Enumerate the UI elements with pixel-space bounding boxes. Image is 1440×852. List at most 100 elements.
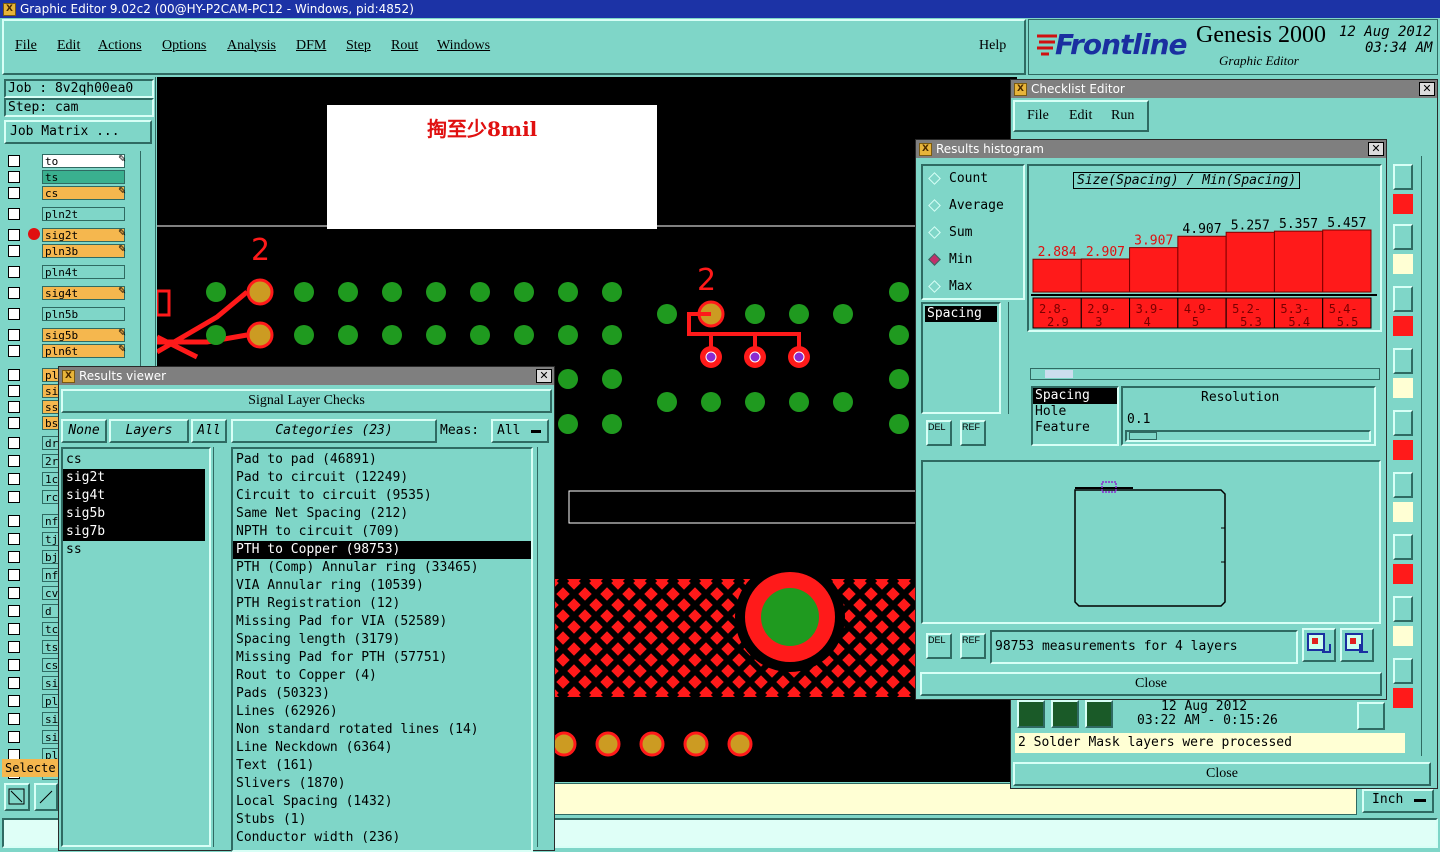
run-icon-3[interactable] (1085, 700, 1113, 728)
category-item[interactable]: PTH to Copper (98753) (233, 541, 531, 559)
category-item[interactable]: Circuit to circuit (9535) (233, 487, 531, 505)
sort-item-spacing[interactable]: Spacing (1033, 388, 1117, 404)
layer-row-pln2t[interactable]: pln2t (8, 206, 132, 221)
layer-checkbox[interactable] (8, 622, 20, 635)
results-layer-list[interactable]: cs sig2t sig4t sig5b sig7b ss (61, 447, 211, 847)
layer-checkbox[interactable] (8, 328, 20, 341)
export-icon-2[interactable] (1340, 628, 1374, 662)
mode-radio-count[interactable]: Count (928, 171, 988, 186)
zoom-area-button[interactable] (34, 783, 58, 811)
checklist-action-button[interactable] (1393, 658, 1413, 684)
histogram-bar[interactable] (1225, 231, 1275, 293)
histogram-bar[interactable] (1032, 258, 1082, 293)
checklist-menu-run[interactable]: Run (1111, 108, 1134, 124)
histogram-bar[interactable] (1129, 247, 1179, 293)
checklist-close-button[interactable]: Close (1013, 762, 1431, 786)
layer-checkbox[interactable] (8, 658, 20, 671)
layer-checkbox[interactable] (8, 586, 20, 599)
sort-list[interactable]: Spacing Hole Feature (1031, 386, 1119, 446)
histogram-bar[interactable] (1322, 229, 1372, 293)
sort-item-feature[interactable]: Feature (1033, 420, 1117, 436)
layer-row-hidden[interactable]: si (8, 711, 60, 726)
checklist-action-button[interactable] (1393, 534, 1413, 560)
layer-row-hidden[interactable]: si (8, 383, 60, 398)
layer-name[interactable]: pln5b (42, 306, 125, 321)
category-item[interactable]: Stubs (1) (233, 811, 531, 829)
category-item[interactable]: PTH (Comp) Annular ring (33465) (233, 559, 531, 577)
layer-checkbox[interactable] (8, 640, 20, 653)
run-icon-2[interactable] (1051, 700, 1079, 728)
chart-hscrollbar[interactable] (1030, 368, 1380, 380)
sort-item-hole[interactable]: Hole (1033, 404, 1117, 420)
category-list[interactable]: Pad to pad (46891) Pad to circuit (12249)… (231, 447, 533, 852)
histogram-bar[interactable] (1273, 230, 1324, 293)
layer-checkbox[interactable] (8, 244, 20, 257)
layer-row-cs[interactable]: cs ✎ (8, 185, 132, 200)
layer-checkbox[interactable] (8, 604, 20, 617)
all-button[interactable]: All (191, 419, 227, 443)
layers-button[interactable]: Layers (109, 419, 189, 443)
results-layer-scrollbar[interactable] (213, 447, 225, 847)
menu-windows[interactable]: Windows (437, 38, 490, 54)
layer-checkbox[interactable] (8, 730, 20, 743)
layer-checkbox[interactable] (8, 154, 20, 167)
category-item[interactable]: Pads (50323) (233, 685, 531, 703)
layer-name[interactable]: ts (42, 169, 125, 184)
layer-row-hidden[interactable]: cv (8, 585, 60, 600)
measure-scrollbar[interactable] (1008, 302, 1022, 414)
menu-help[interactable]: Help (979, 38, 1006, 54)
layer-row-hidden[interactable]: rc (8, 489, 60, 504)
layer-row-pln5b[interactable]: pln5b (8, 306, 132, 321)
histogram-bar[interactable] (1177, 235, 1227, 293)
summary-ref-button[interactable]: REF (960, 633, 986, 659)
layer-name[interactable]: sig5b (42, 327, 125, 342)
layer-checkbox[interactable] (8, 265, 20, 278)
layer-checkbox[interactable] (8, 550, 20, 563)
menu-analysis[interactable]: Analysis (227, 38, 276, 54)
menu-rout[interactable]: Rout (391, 38, 418, 54)
layer-row-to[interactable]: to ✎ (8, 153, 132, 168)
layer-checkbox[interactable] (8, 286, 20, 299)
layer-checkbox[interactable] (8, 490, 20, 503)
layer-checkbox[interactable] (8, 436, 20, 449)
layer-row-hidden[interactable]: ss (8, 399, 60, 414)
category-item[interactable]: Pad to circuit (12249) (233, 469, 531, 487)
layer-checkbox[interactable] (8, 676, 20, 689)
checklist-scrollbar[interactable] (1421, 156, 1435, 756)
measure-list[interactable]: Spacing (921, 302, 1001, 414)
layer-checkbox[interactable] (8, 368, 20, 381)
menu-step[interactable]: Step (346, 38, 371, 54)
job-matrix-button[interactable]: Job Matrix ... (4, 120, 152, 144)
layer-row-pln3b[interactable]: pln3b ✎ (8, 243, 132, 258)
layer-row-pln6t[interactable]: pln6t ✎ (8, 343, 132, 358)
zoom-fit-button[interactable] (4, 783, 30, 811)
layer-name[interactable]: pln4t (42, 264, 125, 279)
mode-radio-average[interactable]: Average (928, 198, 1004, 213)
layer-row-hidden[interactable]: bj (8, 549, 60, 564)
category-item[interactable]: Text (161) (233, 757, 531, 775)
category-item[interactable]: Missing Pad for VIA (52589) (233, 613, 531, 631)
layer-checkbox[interactable] (8, 712, 20, 725)
layer-row-hidden[interactable]: bs (8, 415, 60, 430)
results-layer-item[interactable]: cs (63, 451, 205, 469)
histogram-bar[interactable] (1080, 258, 1131, 293)
layer-name[interactable]: pln6t (42, 343, 125, 358)
layer-row-ts[interactable]: ts (8, 169, 132, 184)
layer-checkbox[interactable] (8, 514, 20, 527)
layer-checkbox[interactable] (8, 694, 20, 707)
layer-checkbox[interactable] (8, 207, 20, 220)
checklist-action-button[interactable] (1393, 224, 1413, 250)
layer-row-hidden[interactable]: pl (8, 693, 60, 708)
layer-checkbox[interactable] (8, 344, 20, 357)
results-layer-item[interactable]: sig2t (63, 469, 205, 487)
layer-row-hidden[interactable]: nf (8, 567, 60, 582)
checklist-action-button[interactable] (1393, 286, 1413, 312)
mode-radio-sum[interactable]: Sum (928, 225, 972, 240)
category-scrollbar[interactable] (537, 447, 551, 847)
category-item[interactable]: Spacing length (3179) (233, 631, 531, 649)
layer-name[interactable]: pln3b (42, 243, 125, 258)
layer-row-sig2t[interactable]: sig2t ✎ (8, 227, 132, 242)
layer-row-hidden[interactable]: tj (8, 531, 60, 546)
layer-row-hidden[interactable]: si (8, 675, 60, 690)
checklist-action-button[interactable] (1393, 348, 1413, 374)
